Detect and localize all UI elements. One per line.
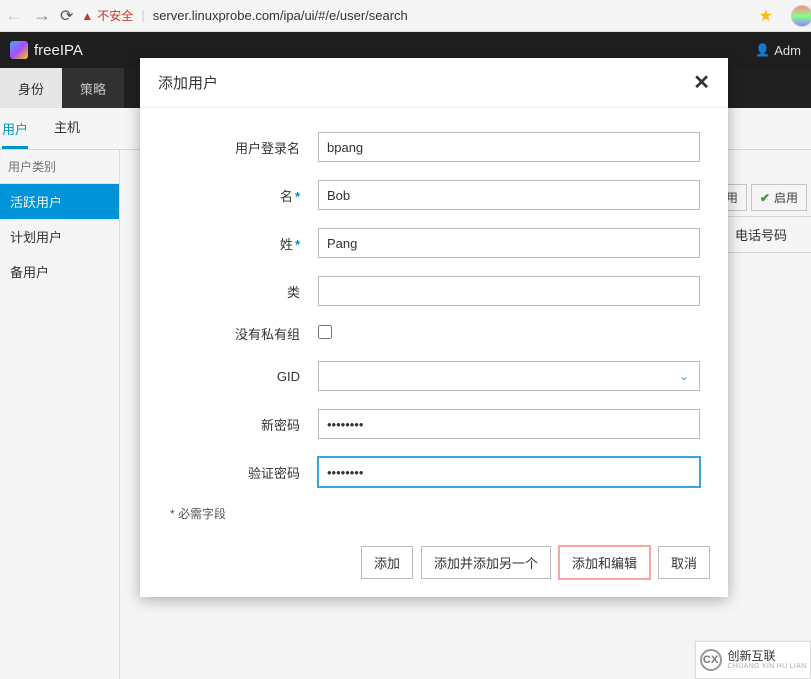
lastname-input[interactable] [318,228,700,258]
bookmark-star-icon[interactable]: ★ [759,6,773,26]
gid-select[interactable]: ⌄ [318,361,700,391]
label-noprivate: 没有私有组 [235,327,300,342]
add-and-edit-button[interactable]: 添加和编辑 [559,546,650,579]
label-gid: GID [277,369,300,384]
noprivate-checkbox[interactable] [318,325,332,339]
divider: | [141,8,144,23]
security-indicator[interactable]: ▲ 不安全 [81,7,133,24]
watermark-text: 创新互联 [728,650,807,663]
user-icon: 👤 [755,43,770,57]
required-icon: * [295,189,300,204]
watermark-sub: CHUANG XIN HU LIAN [728,663,807,670]
label-firstname: 名 [280,189,293,204]
user-menu[interactable]: 👤 Adm [755,43,801,58]
watermark-logo-icon: CX [700,649,722,671]
brand-text: freeIPA [34,42,83,59]
back-button[interactable]: ← [4,5,24,26]
label-login: 用户登录名 [235,141,300,156]
login-input[interactable] [318,132,700,162]
add-user-modal: 添加用户 ✕ 用户登录名 名* 姓* 类 没有私有组 GID ⌄ [140,58,728,597]
label-verifypass: 验证密码 [248,466,300,481]
add-another-button[interactable]: 添加并添加另一个 [421,546,551,579]
forward-button[interactable]: → [32,5,52,26]
modal-footer: 添加 添加并添加另一个 添加和编辑 取消 [140,532,728,597]
admin-label: Adm [774,43,801,58]
cancel-button[interactable]: 取消 [658,546,710,579]
verifypassword-input[interactable] [318,457,700,487]
brand[interactable]: freeIPA [10,41,83,59]
required-icon: * [295,237,300,252]
modal-header: 添加用户 ✕ [140,58,728,108]
modal-body: 用户登录名 名* 姓* 类 没有私有组 GID ⌄ [140,108,728,532]
firstname-input[interactable] [318,180,700,210]
modal-title: 添加用户 [158,72,218,93]
browser-toolbar: ← → ⟳ ▲ 不安全 | server.linuxprobe.com/ipa/… [0,0,811,32]
chevron-down-icon: ⌄ [679,369,689,383]
class-input[interactable] [318,276,700,306]
label-class: 类 [287,285,300,300]
required-helper: * 必需字段 [170,505,700,522]
insecure-label: 不安全 [97,7,133,24]
newpassword-input[interactable] [318,409,700,439]
brand-logo-icon [10,41,28,59]
reload-button[interactable]: ⟳ [60,6,73,26]
close-icon[interactable]: ✕ [693,73,710,93]
add-button[interactable]: 添加 [361,546,413,579]
extension-icon[interactable] [791,5,811,27]
label-newpass: 新密码 [261,418,300,433]
watermark: CX 创新互联 CHUANG XIN HU LIAN [695,641,811,679]
address-bar[interactable]: server.linuxprobe.com/ipa/ui/#/e/user/se… [153,8,751,23]
label-lastname: 姓 [280,237,293,252]
warning-icon: ▲ [81,9,93,23]
